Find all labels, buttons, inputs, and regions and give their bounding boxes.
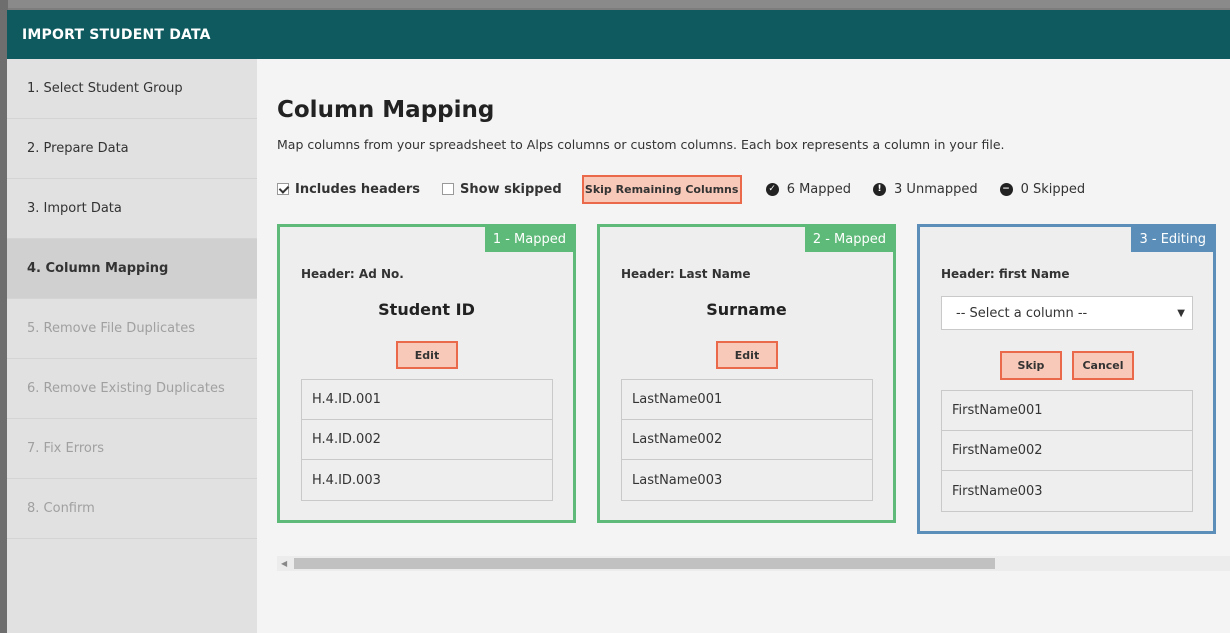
sample-value: H.4.ID.002 [302,420,552,460]
modal-title: IMPORT STUDENT DATA [22,26,211,43]
unmapped-label: 3 Unmapped [894,181,978,197]
step-label: 8. Confirm [27,501,95,516]
show-skipped-checkbox[interactable]: Show skipped [442,182,562,197]
page-description: Map columns from your spreadsheet to Alp… [277,137,1005,152]
sidebar-step-select-student-group[interactable]: 1. Select Student Group [7,59,257,119]
card-header-label: Header: Last Name [621,267,751,281]
card-header-label: Header: first Name [941,267,1070,281]
modal-header: IMPORT STUDENT DATA [7,10,1230,59]
includes-headers-checkbox[interactable]: Includes headers [277,182,420,197]
sidebar-step-prepare-data[interactable]: 2. Prepare Data [7,119,257,179]
step-label: 7. Fix Errors [27,441,104,456]
skipped-label: 0 Skipped [1020,181,1086,197]
skip-button[interactable]: Skip [1000,351,1062,380]
skip-remaining-columns-button[interactable]: Skip Remaining Columns [581,174,742,204]
step-label: 2. Prepare Data [27,141,129,156]
card-sample-values: LastName001 LastName002 LastName003 [621,379,873,501]
scroll-left-arrow-icon[interactable]: ◀ [281,559,287,568]
checkbox-checked-icon[interactable] [277,183,289,195]
checkbox-unchecked-icon[interactable] [442,183,455,195]
sidebar-step-import-data[interactable]: 3. Import Data [7,179,257,239]
sample-value: FirstName003 [952,483,1043,499]
exclamation-circle-icon: ! [873,182,887,196]
column-card-2: 2 - Mapped Header: Last Name Surname Edi… [597,224,896,523]
sidebar-step-confirm: 8. Confirm [7,479,257,539]
import-modal: IMPORT STUDENT DATA 1. Select Student Gr… [7,10,1230,633]
step-label: 1. Select Student Group [27,81,183,96]
sample-value: FirstName002 [942,431,1192,471]
mapped-label: 6 Mapped [786,181,852,197]
mapping-toolbar: Includes headers Show skipped Skip Remai… [277,174,1085,204]
mapped-count: ✓ 6 Mapped [765,181,852,197]
skipped-count: − 0 Skipped [999,181,1086,197]
main-content: Column Mapping Map columns from your spr… [257,59,1230,633]
background-page-top [0,0,1230,8]
card-mapped-column: Surname [706,300,787,319]
card-sample-values: H.4.ID.001 H.4.ID.002 H.4.ID.003 [301,379,553,501]
includes-headers-label: Includes headers [295,181,421,197]
step-label: 3. Import Data [27,201,122,216]
card-sample-values: FirstName001 FirstName002 FirstName003 [941,390,1193,512]
column-card-3: 3 - Editing Header: first Name -- Select… [917,224,1216,534]
column-select[interactable]: -- Select a column -- ▼ [941,296,1193,330]
card-header-label: Header: Ad No. [301,267,404,281]
cancel-button[interactable]: Cancel [1072,351,1134,380]
horizontal-scrollbar[interactable]: ◀ [277,556,1230,571]
card-status-badge: 3 - Editing [1131,226,1214,252]
step-sidebar: 1. Select Student Group 2. Prepare Data … [7,59,257,633]
scroll-thumb[interactable] [294,558,995,569]
step-label: 4. Column Mapping [27,261,169,276]
sample-value: H.4.ID.003 [312,472,381,488]
page-title: Column Mapping [277,97,495,123]
sample-value: LastName003 [632,472,723,488]
select-value: -- Select a column -- [956,305,1088,321]
column-card-1: 1 - Mapped Header: Ad No. Student ID Edi… [277,224,576,523]
edit-button[interactable]: Edit [716,341,778,369]
sample-value: FirstName001 [942,391,1192,431]
sample-value: LastName001 [622,380,872,420]
sample-value: H.4.ID.001 [302,380,552,420]
sidebar-step-remove-file-duplicates: 5. Remove File Duplicates [7,299,257,359]
card-mapped-column: Student ID [378,300,475,319]
card-status-badge: 2 - Mapped [804,226,894,252]
unmapped-count: ! 3 Unmapped [873,182,978,197]
sidebar-step-remove-existing-duplicates: 6. Remove Existing Duplicates [7,359,257,419]
sidebar-step-fix-errors: 7. Fix Errors [7,419,257,479]
check-circle-icon: ✓ [765,182,779,196]
caret-down-icon: ▼ [1177,308,1185,319]
step-label: 5. Remove File Duplicates [27,321,196,336]
minus-circle-icon: − [999,182,1013,196]
step-label: 6. Remove Existing Duplicates [27,381,225,396]
card-status-badge: 1 - Mapped [484,226,574,252]
show-skipped-label: Show skipped [460,181,562,197]
sample-value: LastName002 [622,420,872,460]
sidebar-step-column-mapping[interactable]: 4. Column Mapping [7,239,257,299]
edit-button[interactable]: Edit [396,341,458,369]
